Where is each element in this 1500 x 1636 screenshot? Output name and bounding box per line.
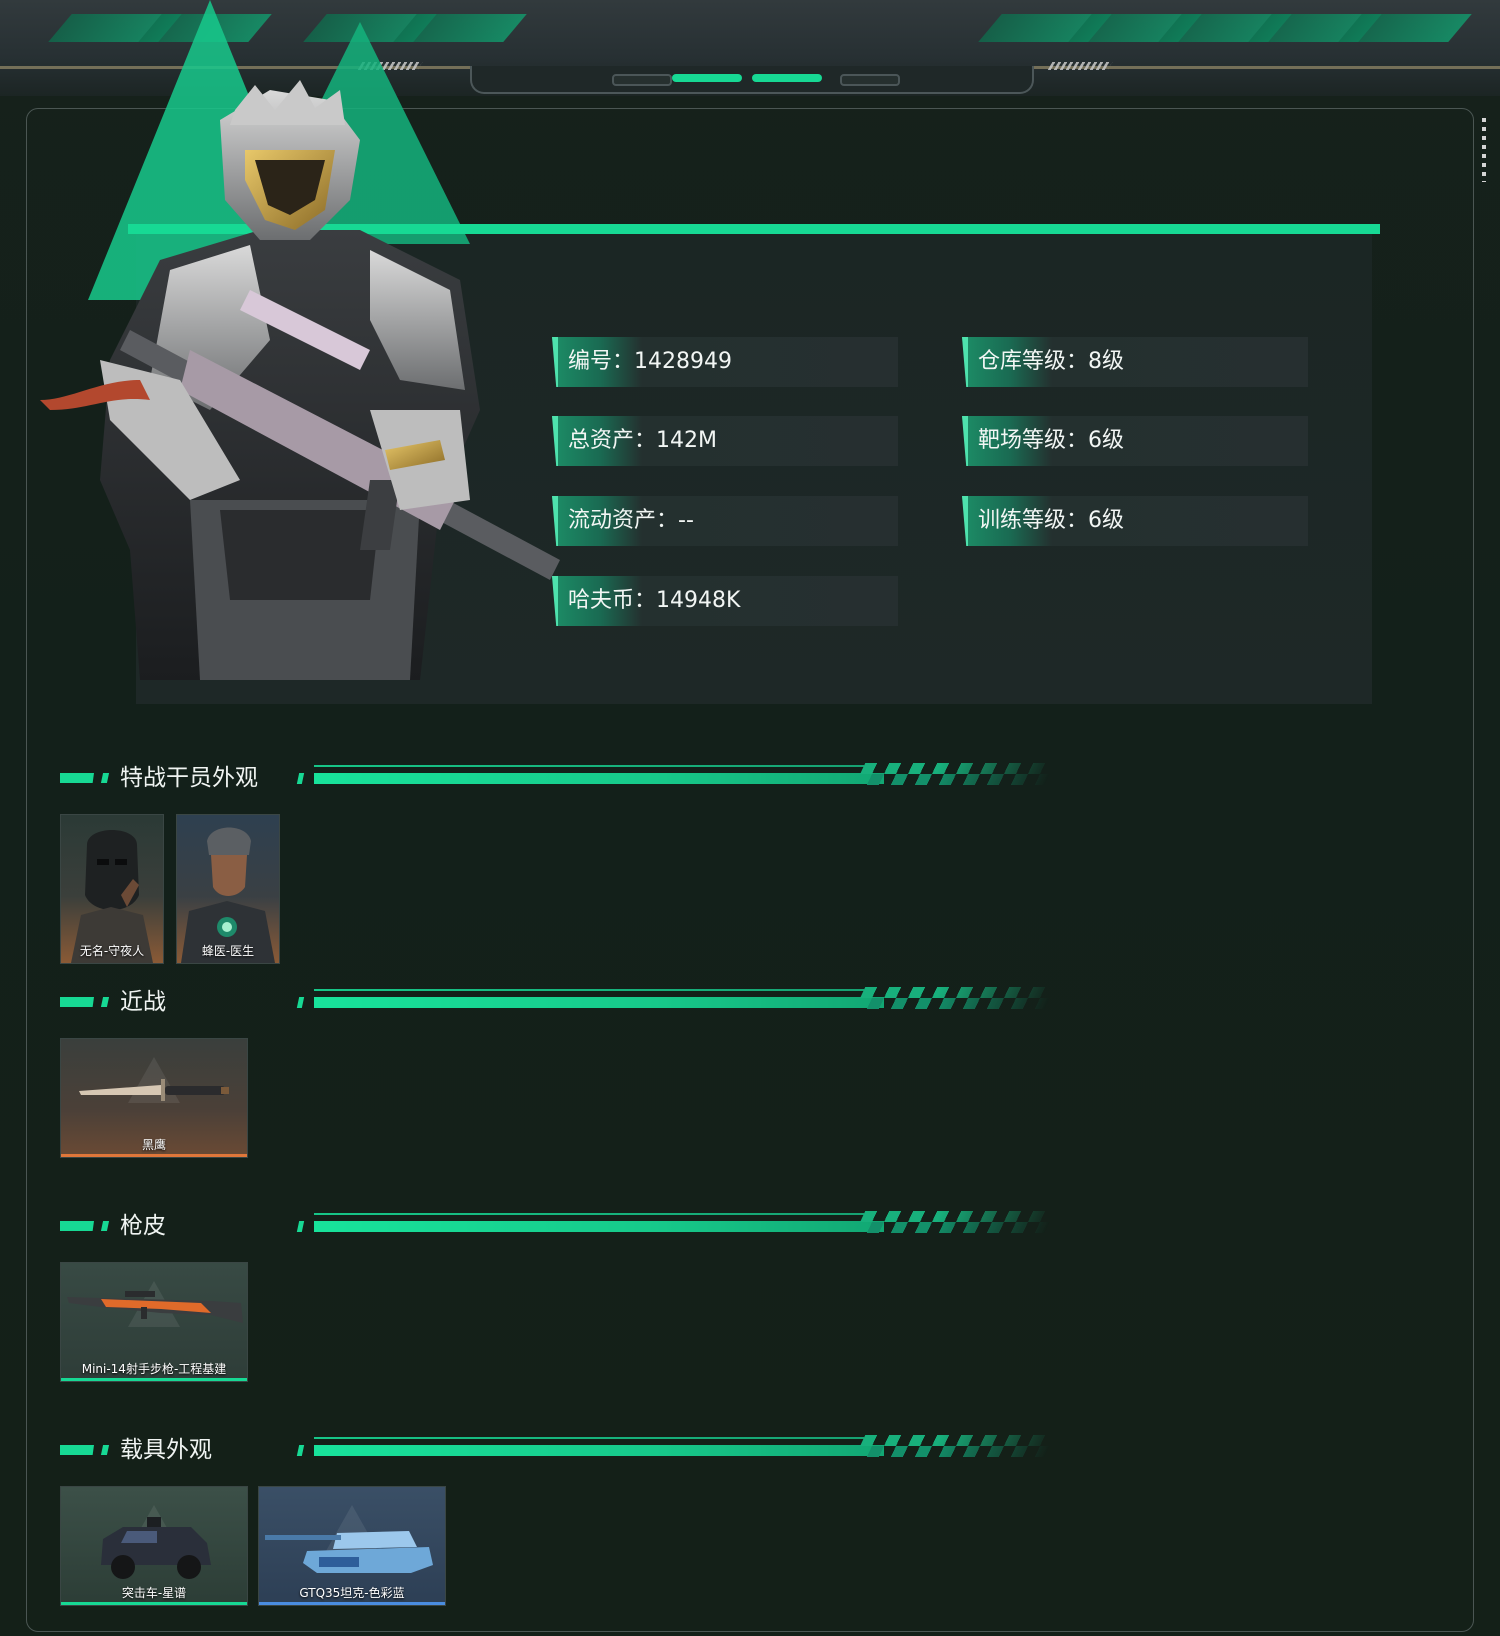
- section-title: 近战: [120, 989, 166, 1015]
- stat-range-level: 靶场等级：6级: [962, 416, 1308, 466]
- stat-id: 编号：1428949: [552, 337, 898, 387]
- section-title: 特战干员外观: [120, 765, 258, 791]
- operator-name: 蜂医-医生: [201, 944, 255, 958]
- section-header-vehicles: 载具外观: [60, 1432, 1060, 1472]
- gunskin-name: Mini-14射手步枪-工程基建: [81, 1362, 227, 1376]
- operator-name: 无名-守夜人: [79, 944, 145, 958]
- melee-name: 黑鹰: [141, 1138, 166, 1152]
- stat-warehouse-level: 仓库等级：8级: [962, 337, 1308, 387]
- stat-training-level: 训练等级：6级: [962, 496, 1308, 546]
- page: 编号：1428949 仓库等级：8级 总资产：142M 靶场等级：6级 流动资产…: [0, 0, 1500, 1636]
- vehicle-card-gtq35-tank[interactable]: GTQ35坦克-色彩蓝: [258, 1486, 446, 1606]
- stat-total-assets: 总资产：142M: [552, 416, 898, 466]
- operator-card-beemedic[interactable]: 蜂医-医生: [176, 814, 280, 964]
- section-header-operators: 特战干员外观: [60, 760, 1060, 800]
- section-header-gunskins: 枪皮: [60, 1208, 1060, 1248]
- section-title: 枪皮: [120, 1213, 166, 1239]
- gunskin-card-mini14[interactable]: Mini-14射手步枪-工程基建: [60, 1262, 248, 1382]
- section-title: 载具外观: [120, 1437, 212, 1463]
- stat-haff-coin: 哈夫币：14948K: [552, 576, 898, 626]
- melee-card-blackhawk[interactable]: 黑鹰: [60, 1038, 248, 1158]
- section-header-melee: 近战: [60, 984, 1060, 1024]
- operator-portrait: [40, 80, 560, 680]
- stat-liquid-assets: 流动资产：--: [552, 496, 898, 546]
- scroll-dots-icon: [1482, 118, 1486, 182]
- operator-card-wuming[interactable]: 无名-守夜人: [60, 814, 164, 964]
- vehicle-name: GTQ35坦克-色彩蓝: [299, 1586, 405, 1600]
- vehicle-card-assault-car[interactable]: 突击车-星谱: [60, 1486, 248, 1606]
- vehicle-name: 突击车-星谱: [121, 1586, 187, 1600]
